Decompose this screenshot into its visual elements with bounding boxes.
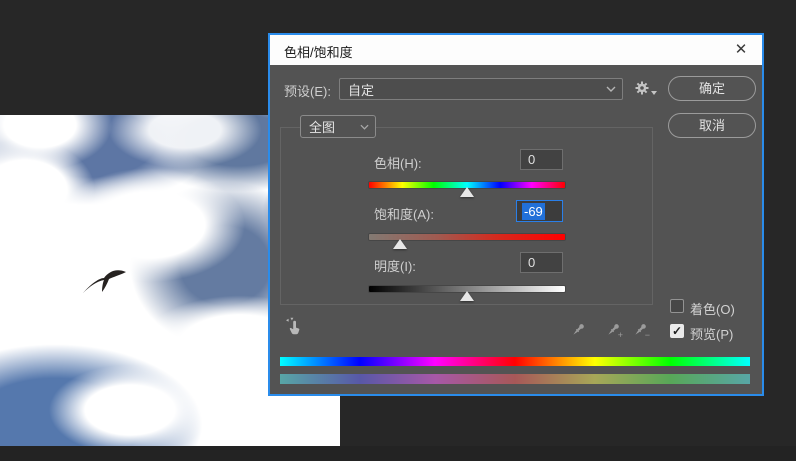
dialog-title: 色相/饱和度 [284,45,353,60]
dialog-titlebar[interactable]: 色相/饱和度 ✕ [270,35,762,65]
hue-saturation-dialog: 色相/饱和度 ✕ 预设(E): 自定 确定 取消 全图 色相(H): 0 饱和度… [268,33,764,396]
preview-checkbox[interactable]: ✓ [670,324,684,338]
close-icon[interactable]: ✕ [730,39,752,61]
preset-value: 自定 [348,82,375,98]
preset-label: 预设(E): [284,84,331,99]
ok-button[interactable]: 确定 [668,76,756,101]
add-to-sample-button[interactable]: + [605,322,623,340]
original-spectrum-bar [280,357,750,366]
adjustment-group-box [280,127,653,305]
adjusted-spectrum-bar [280,374,750,384]
eyedropper-icon [573,324,584,335]
preset-dropdown[interactable]: 自定 [339,78,623,100]
minus-glyph: − [644,330,650,340]
colorize-label: 着色(O) [690,302,735,317]
pointing-hand-icon [286,317,300,335]
chevron-down-icon [360,124,375,130]
check-icon: ✓ [671,324,683,338]
gear-icon [635,81,649,95]
flyout-caret-icon [651,91,657,95]
plus-glyph: + [617,330,623,340]
subtract-from-sample-button[interactable]: − [632,322,650,340]
bird-silhouette [83,270,126,293]
colorize-checkbox[interactable] [670,299,684,313]
channel-dropdown[interactable]: 全图 [300,115,376,138]
cancel-button[interactable]: 取消 [668,113,756,138]
workspace-bottom-strip [0,446,796,461]
dialog-body: 预设(E): 自定 确定 取消 全图 色相(H): 0 饱和度(A): -69 … [270,65,762,394]
targeted-adjustment-tool-button[interactable] [284,317,304,342]
preview-label: 预览(P) [690,327,734,342]
channel-value: 全图 [309,120,336,135]
eyedropper-button[interactable] [570,322,586,338]
chevron-down-icon [606,86,622,92]
preset-options-button[interactable] [634,80,657,96]
